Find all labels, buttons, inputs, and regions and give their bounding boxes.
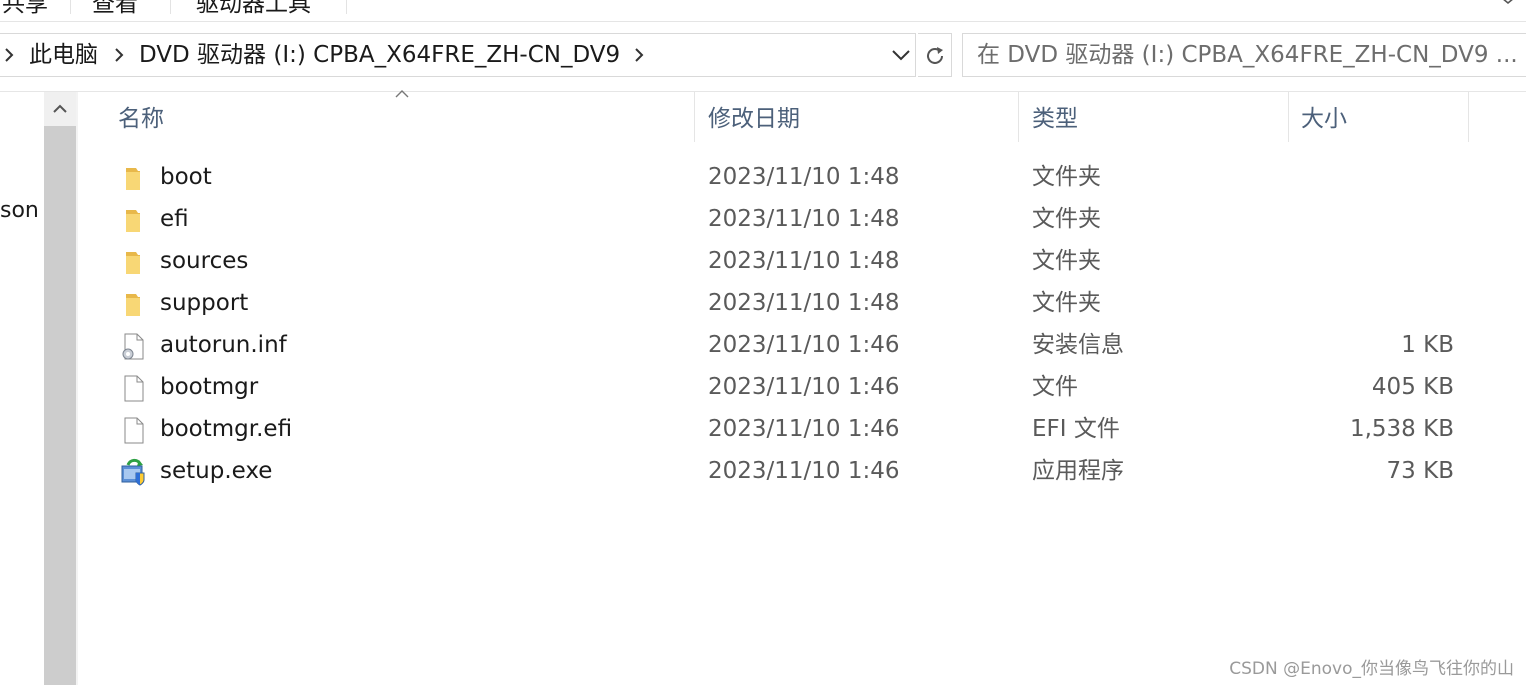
- file-size: 73 KB: [1386, 458, 1454, 484]
- file-name: autorun.inf: [160, 332, 287, 358]
- file-row[interactable]: bootmgr.efi 2023/11/10 1:46 EFI 文件 1,538…: [78, 408, 1526, 450]
- tab-share[interactable]: 共享: [0, 0, 68, 21]
- ribbon-divider: [170, 0, 171, 14]
- file-row[interactable]: bootmgr 2023/11/10 1:46 文件 405 KB: [78, 366, 1526, 408]
- address-row: 此电脑 DVD 驱动器 (I:) CPBA_X64FRE_ZH-CN_DV9 在…: [0, 22, 1526, 92]
- address-history-button[interactable]: [886, 33, 916, 77]
- file-row[interactable]: autorun.inf 2023/11/10 1:46 安装信息 1 KB: [78, 324, 1526, 366]
- ribbon-divider: [70, 0, 71, 14]
- refresh-button[interactable]: [918, 33, 952, 77]
- column-header-size[interactable]: 大小: [1301, 92, 1347, 144]
- scroll-up-button[interactable]: [44, 92, 76, 126]
- file-name: bootmgr: [160, 374, 259, 400]
- file-icon: [124, 417, 144, 444]
- file-modified: 2023/11/10 1:48: [708, 206, 900, 232]
- chevron-up-icon: [53, 104, 67, 113]
- ribbon-tabs: 共享 查看 驱动器工具: [0, 0, 1526, 22]
- nav-scrollbar[interactable]: [44, 92, 76, 685]
- file-row[interactable]: efi 2023/11/10 1:48 文件夹: [78, 198, 1526, 240]
- file-row[interactable]: support 2023/11/10 1:48 文件夹: [78, 282, 1526, 324]
- folder-icon: [126, 294, 140, 316]
- column-headers: 名称 修改日期 类型 大小: [78, 90, 1526, 146]
- file-row[interactable]: setup.exe 2023/11/10 1:46 应用程序 73 KB: [78, 450, 1526, 492]
- file-name: support: [160, 290, 249, 316]
- refresh-icon: [927, 47, 943, 64]
- file-modified: 2023/11/10 1:46: [708, 416, 900, 442]
- file-type: EFI 文件: [1032, 416, 1120, 442]
- ribbon-expand-chevron-icon[interactable]: [1500, 0, 1516, 6]
- scroll-thumb[interactable]: [44, 126, 76, 685]
- file-list: boot 2023/11/10 1:48 文件夹 efi 2023/11/10 …: [78, 156, 1526, 492]
- breadcrumb-this-pc[interactable]: 此电脑: [29, 34, 98, 76]
- file-modified: 2023/11/10 1:48: [708, 290, 900, 316]
- file-name: boot: [160, 164, 212, 190]
- nav-item-partial[interactable]: son: [0, 198, 39, 223]
- folder-icon: [126, 210, 140, 232]
- search-placeholder: 在 DVD 驱动器 (I:) CPBA_X64FRE_ZH-CN_DV9 ...: [977, 42, 1518, 68]
- file-icon: [124, 375, 144, 402]
- column-header-name[interactable]: 名称: [118, 92, 164, 144]
- navigation-pane: son: [0, 92, 44, 685]
- file-type: 应用程序: [1032, 458, 1124, 484]
- column-divider[interactable]: [1468, 92, 1469, 142]
- file-name: bootmgr.efi: [160, 416, 293, 442]
- file-modified: 2023/11/10 1:48: [708, 248, 900, 274]
- file-type: 文件: [1032, 374, 1078, 400]
- address-bar[interactable]: 此电脑 DVD 驱动器 (I:) CPBA_X64FRE_ZH-CN_DV9: [0, 33, 916, 77]
- column-divider[interactable]: [1018, 92, 1019, 142]
- file-size: 1 KB: [1401, 332, 1454, 358]
- file-row[interactable]: boot 2023/11/10 1:48 文件夹: [78, 156, 1526, 198]
- column-divider[interactable]: [694, 92, 695, 142]
- chevron-right-icon[interactable]: [111, 46, 129, 64]
- ribbon-divider: [346, 0, 347, 14]
- file-size: 405 KB: [1371, 374, 1454, 400]
- chevron-right-icon[interactable]: [631, 46, 649, 64]
- folder-icon: [126, 168, 140, 190]
- settings-file-icon: [122, 333, 144, 360]
- sort-ascending-icon: [395, 90, 409, 98]
- file-type: 文件夹: [1032, 248, 1101, 274]
- setup-icon: [121, 458, 145, 486]
- file-modified: 2023/11/10 1:46: [708, 332, 900, 358]
- column-divider[interactable]: [1288, 92, 1289, 142]
- tab-drive-tools[interactable]: 驱动器工具: [176, 0, 331, 21]
- breadcrumb-dvd-drive[interactable]: DVD 驱动器 (I:) CPBA_X64FRE_ZH-CN_DV9: [139, 34, 620, 76]
- file-row[interactable]: sources 2023/11/10 1:48 文件夹: [78, 240, 1526, 282]
- column-header-modified[interactable]: 修改日期: [708, 92, 800, 144]
- file-type: 文件夹: [1032, 164, 1101, 190]
- tab-view[interactable]: 查看: [72, 0, 158, 21]
- chevron-down-icon: [892, 50, 910, 61]
- file-name: efi: [160, 206, 189, 232]
- file-size: 1,538 KB: [1349, 416, 1454, 442]
- folder-icon: [126, 252, 140, 274]
- watermark: CSDN @Enovo_你当像鸟飞往你的山: [1229, 659, 1514, 679]
- file-modified: 2023/11/10 1:46: [708, 374, 900, 400]
- file-name: setup.exe: [160, 458, 273, 484]
- file-type: 文件夹: [1032, 290, 1101, 316]
- file-type: 安装信息: [1032, 332, 1124, 358]
- file-modified: 2023/11/10 1:46: [708, 458, 900, 484]
- chevron-right-icon[interactable]: [1, 46, 19, 64]
- file-modified: 2023/11/10 1:48: [708, 164, 900, 190]
- column-header-type[interactable]: 类型: [1032, 92, 1078, 144]
- file-name: sources: [160, 248, 249, 274]
- file-type: 文件夹: [1032, 206, 1101, 232]
- search-box[interactable]: 在 DVD 驱动器 (I:) CPBA_X64FRE_ZH-CN_DV9 ...: [962, 33, 1526, 77]
